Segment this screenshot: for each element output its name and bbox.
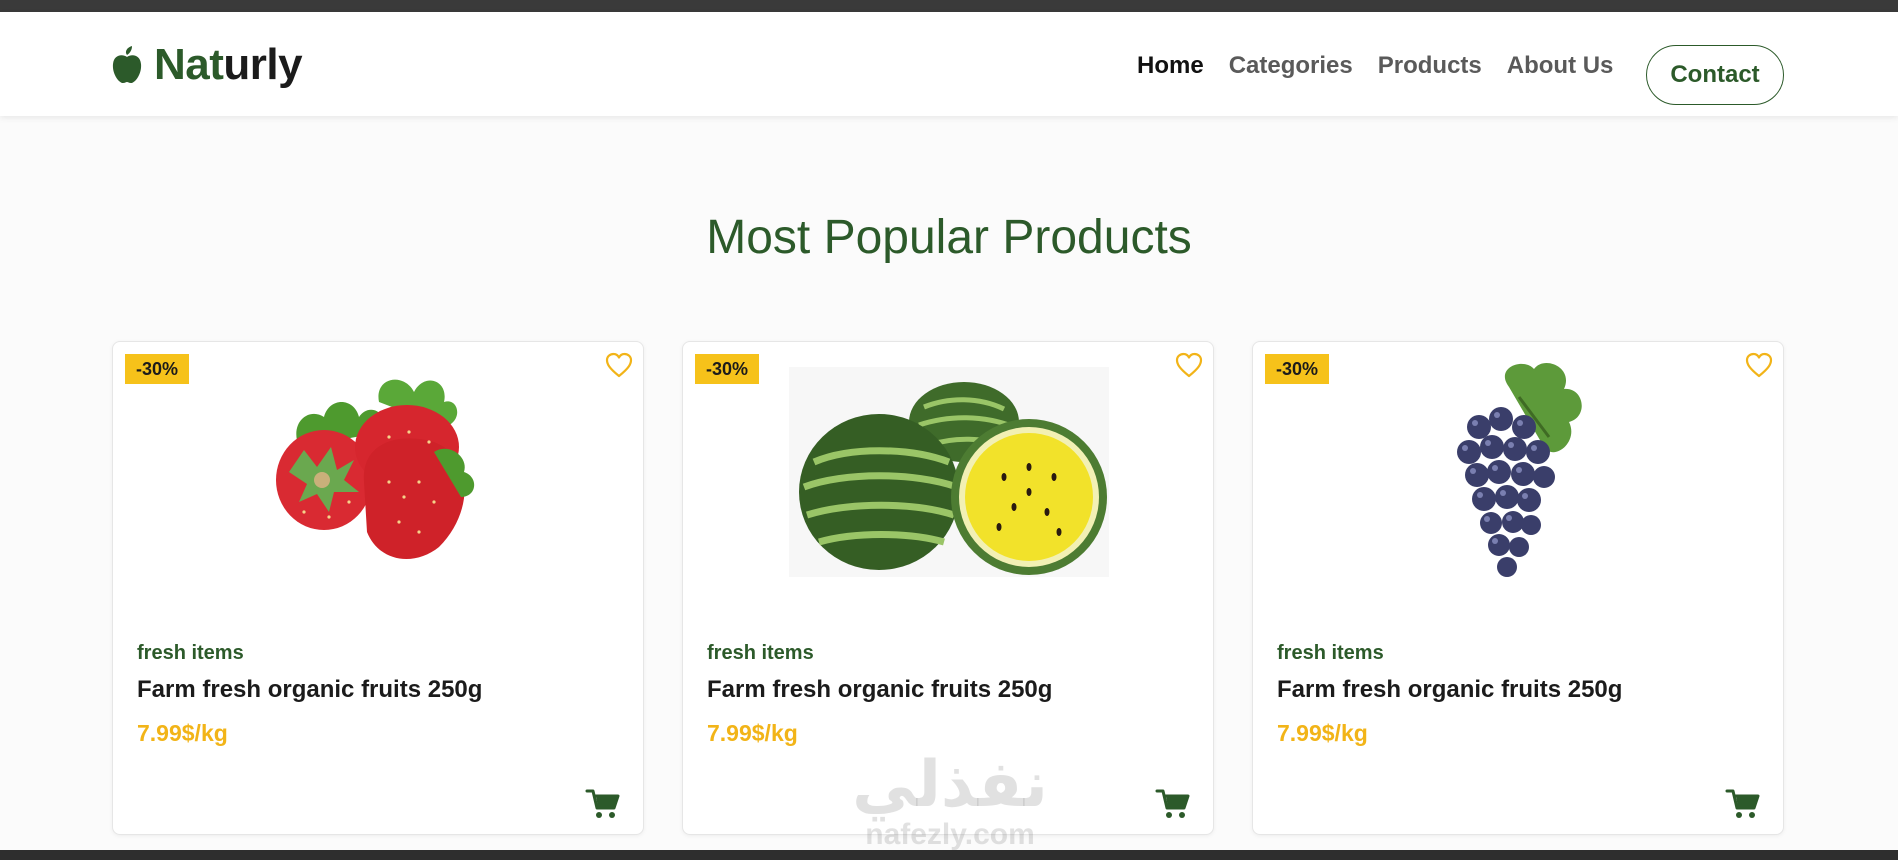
product-card[interactable]: -30% fresh items Farm fresh organic frui…: [1252, 341, 1784, 835]
product-title[interactable]: Farm fresh organic fruits 250g: [137, 676, 482, 704]
product-category: fresh items: [137, 642, 244, 664]
product-category: fresh items: [707, 642, 814, 664]
nav-link-categories[interactable]: Categories: [1229, 52, 1353, 80]
product-price: 7.99$/kg: [707, 720, 798, 746]
strawberries-image: [276, 379, 475, 559]
product-card[interactable]: -30% fresh items Farm fresh organic frui…: [112, 341, 644, 835]
window-top-strip: [0, 0, 1898, 12]
brand[interactable]: Naturly: [110, 40, 303, 90]
nav-link-home[interactable]: Home: [1137, 52, 1204, 80]
cart-icon[interactable]: [585, 788, 621, 820]
navbar: Naturly Home Categories Products About U…: [0, 12, 1898, 116]
cart-icon[interactable]: [1725, 788, 1761, 820]
product-price: 7.99$/kg: [1277, 720, 1368, 746]
cart-icon[interactable]: [1155, 788, 1191, 820]
watermelon-image: [789, 367, 1109, 577]
product-title[interactable]: Farm fresh organic fruits 250g: [1277, 676, 1622, 704]
product-price: 7.99$/kg: [137, 720, 228, 746]
window-bottom-strip: [0, 850, 1898, 860]
apple-icon: [112, 46, 142, 83]
product-card[interactable]: -30% fresh items Farm fresh organic frui…: [682, 341, 1214, 835]
product-category: fresh items: [1277, 642, 1384, 664]
product-image-grapes: [1253, 357, 1785, 587]
nav-links: Home Categories Products About Us: [1137, 46, 1613, 86]
product-title[interactable]: Farm fresh organic fruits 250g: [707, 676, 1052, 704]
product-image-watermelon: [683, 357, 1215, 587]
nav-link-products[interactable]: Products: [1378, 52, 1482, 80]
brand-name: Naturly: [154, 40, 303, 89]
section-title: Most Popular Products: [706, 211, 1192, 264]
contact-button[interactable]: Contact: [1646, 45, 1784, 105]
product-image-strawberries: [113, 357, 645, 587]
nav-link-about-us[interactable]: About Us: [1507, 52, 1614, 80]
grapes-image: [1457, 362, 1582, 577]
